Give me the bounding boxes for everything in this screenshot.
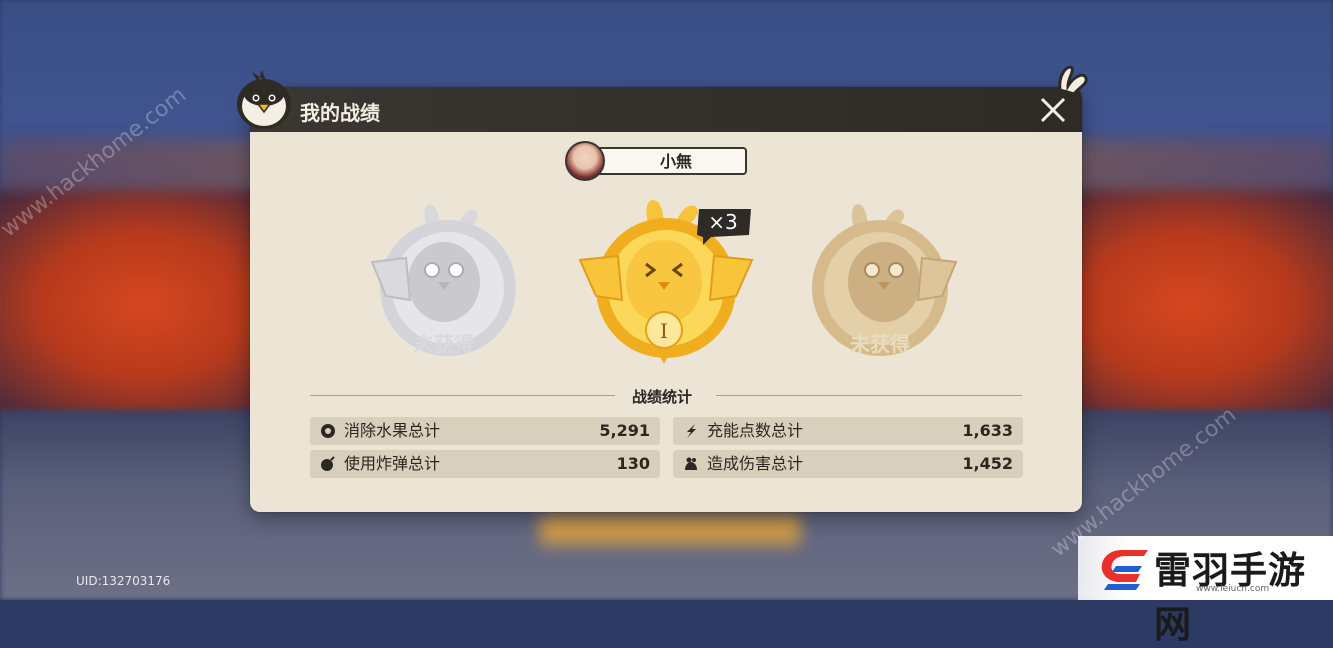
- stat-value: 5,291: [599, 421, 650, 440]
- gold-rank-numeral: I: [660, 319, 668, 343]
- player-avatar: [565, 141, 605, 181]
- penguin-mascot-icon: [237, 70, 291, 129]
- background-glow: [540, 515, 800, 545]
- close-icon[interactable]: [1036, 93, 1070, 127]
- stat-label: 造成伤害总计: [707, 454, 804, 473]
- stat-row: 消除水果总计 5,291: [310, 417, 660, 445]
- stat-row: 使用炸弹总计 130: [310, 450, 660, 478]
- stat-label: 消除水果总计: [344, 421, 441, 440]
- stat-label: 使用炸弹总计: [344, 454, 441, 473]
- medal-silver[interactable]: 未获得: [368, 200, 520, 360]
- medal-silver-status: 未获得: [414, 332, 474, 356]
- damage-icon: [685, 457, 697, 470]
- panel-title: 我的战绩: [300, 101, 380, 125]
- player-name-pill: 小無: [587, 147, 747, 175]
- medal-count-badge: ×3: [695, 207, 753, 245]
- bomb-icon: [321, 456, 335, 471]
- stats-section-title: 战绩统计: [632, 388, 693, 406]
- brand-banner: 雷羽手游网 www.leiucn.com: [1078, 536, 1333, 646]
- section-divider-left: [310, 395, 615, 396]
- stat-label: 充能点数总计: [707, 421, 804, 440]
- brand-url: www.leiucn.com: [1196, 584, 1270, 594]
- medal-bronze[interactable]: 未获得: [800, 200, 960, 360]
- stat-value: 130: [616, 454, 650, 473]
- fruit-icon: [321, 424, 335, 438]
- stat-row: 造成伤害总计 1,452: [673, 450, 1023, 478]
- user-id-label: UID:132703176: [76, 574, 171, 588]
- stat-value: 1,452: [962, 454, 1013, 473]
- section-divider-right: [716, 395, 1022, 396]
- background-red-seat-left: [0, 190, 280, 420]
- stat-value: 1,633: [962, 421, 1013, 440]
- energy-icon: [687, 424, 696, 438]
- medal-count-text: ×3: [708, 210, 738, 234]
- background-red-seat-right: [1053, 190, 1333, 420]
- brand-logo-icon: [1101, 550, 1148, 590]
- stat-row: 充能点数总计 1,633: [673, 417, 1023, 445]
- brand-name: 雷羽手游网: [1154, 548, 1306, 646]
- medal-bronze-status: 未获得: [850, 332, 910, 356]
- player-name: 小無: [659, 152, 692, 171]
- panel-header: 我的战绩: [250, 87, 1082, 132]
- player-tag: 小無: [565, 141, 747, 181]
